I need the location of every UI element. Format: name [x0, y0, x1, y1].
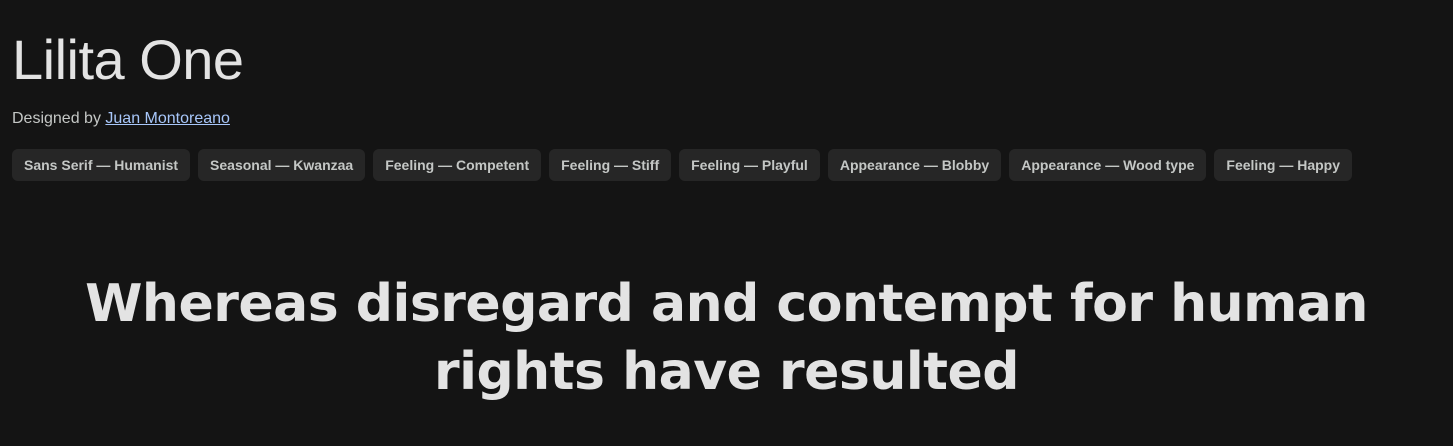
tag-chip[interactable]: Appearance — Wood type [1009, 149, 1207, 181]
tag-chip[interactable]: Feeling — Playful [679, 149, 820, 181]
tag-chip[interactable]: Feeling — Stiff [549, 149, 672, 181]
font-header: Lilita One Designed by Juan Montoreano [12, 28, 1441, 129]
tag-chip[interactable]: Seasonal — Kwanzaa [198, 149, 366, 181]
specimen-text: Whereas disregard and contempt for human… [85, 274, 1368, 402]
tag-chip[interactable]: Feeling — Happy [1214, 149, 1352, 181]
tag-list: Sans Serif — Humanist Seasonal — Kwanzaa… [12, 149, 1352, 181]
designer-link[interactable]: Juan Montoreano [105, 110, 230, 127]
designed-by-label: Designed by [12, 110, 101, 127]
tag-chip[interactable]: Appearance — Blobby [827, 149, 1002, 181]
tag-chip[interactable]: Feeling — Competent [373, 149, 542, 181]
designer-line: Designed by Juan Montoreano [12, 109, 1441, 129]
tag-chip[interactable]: Sans Serif — Humanist [12, 149, 191, 181]
font-title: Lilita One [12, 28, 244, 91]
